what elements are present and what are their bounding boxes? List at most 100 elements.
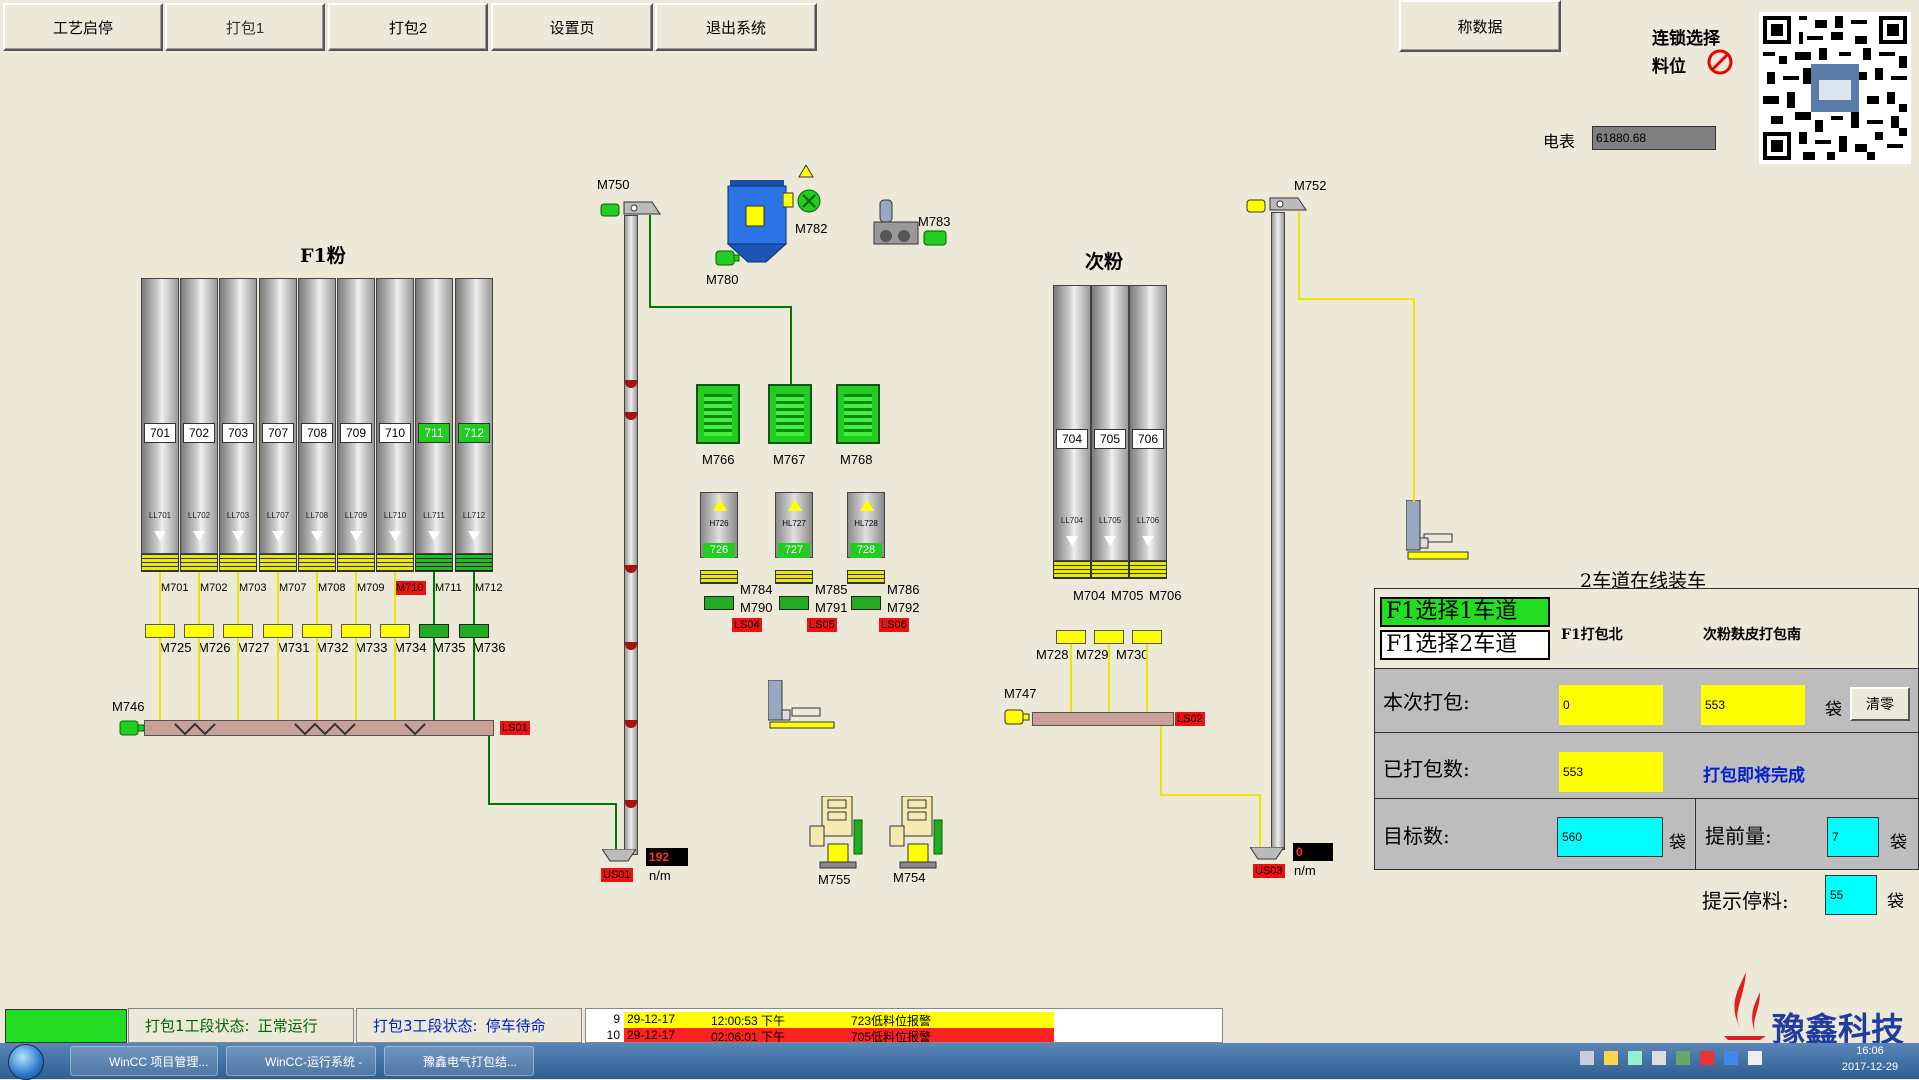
tray-icon[interactable]	[1628, 1051, 1642, 1065]
gate-M735[interactable]	[419, 624, 449, 638]
gate-M731[interactable]	[263, 624, 293, 638]
f1-screw-conveyor[interactable]	[144, 720, 586, 736]
alarm-time: 02:06:01 下午	[708, 1028, 848, 1042]
elevator1-leg[interactable]	[624, 215, 638, 855]
feeder-M711[interactable]	[415, 554, 453, 572]
silo-707[interactable]: 707 LL707	[259, 278, 297, 554]
tray-icon[interactable]	[1580, 1051, 1594, 1065]
tray-icon[interactable]	[1652, 1051, 1666, 1065]
silo-706[interactable]: 706 LL706	[1129, 285, 1167, 561]
gate-M791[interactable]	[779, 596, 809, 610]
bay-m768[interactable]	[836, 384, 880, 444]
gate-M726[interactable]	[184, 624, 214, 638]
feeder-M707[interactable]	[259, 554, 297, 572]
motor-label: M785	[815, 582, 848, 597]
feeder-M712[interactable]	[455, 554, 493, 572]
volume-icon[interactable]	[1748, 1051, 1762, 1065]
hopper-726[interactable]: H726 726	[700, 492, 738, 558]
lane1-button[interactable]: F1选择1车道	[1380, 597, 1550, 627]
silo-703[interactable]: 703 LL703	[219, 278, 257, 554]
silo-number: 712	[458, 423, 490, 443]
cifen-screw-conveyor[interactable]	[1032, 712, 1174, 726]
pack2-button[interactable]: 打包2	[328, 3, 488, 51]
feeder-M702[interactable]	[180, 554, 218, 572]
hopper-728[interactable]: HL728 728	[847, 492, 885, 558]
feeder-M708[interactable]	[298, 554, 336, 572]
gate-M736[interactable]	[459, 624, 489, 638]
bay-m767[interactable]	[768, 384, 812, 444]
no-entry-icon[interactable]	[1707, 49, 1733, 75]
feeder-M701[interactable]	[141, 554, 179, 572]
gate-label: M731	[277, 640, 310, 655]
gate-M790[interactable]	[704, 596, 734, 610]
gate-M792[interactable]	[851, 596, 881, 610]
silo-702[interactable]: 702 LL702	[180, 278, 218, 554]
gate-M725[interactable]	[145, 624, 175, 638]
taskbar-packing[interactable]: 豫鑫电气打包结...	[384, 1046, 534, 1076]
gate-M732[interactable]	[302, 624, 332, 638]
taskbar-wincc-runtime[interactable]: WinCC-运行系统 -	[226, 1046, 376, 1076]
start-stop-button[interactable]: 工艺启停	[3, 3, 163, 51]
packer-m755-icon[interactable]	[806, 795, 870, 870]
feeder-M703[interactable]	[219, 554, 257, 572]
screw-motor-icon[interactable]	[118, 718, 146, 738]
alarm-row[interactable]: 9 29-12-17 12:00:53 下午 723低料位报警	[586, 1012, 1056, 1028]
clear-button[interactable]: 清零	[1850, 687, 1910, 721]
target-input[interactable]: 560	[1557, 817, 1663, 857]
bay-m766[interactable]	[696, 384, 740, 444]
gate-M730[interactable]	[1132, 630, 1162, 644]
silo-number: 701	[144, 423, 176, 443]
elevator2-leg[interactable]	[1271, 212, 1285, 850]
alarm-row[interactable]: 10 29-12-17 02:06:01 下午 705低料位报警	[586, 1028, 1056, 1042]
silo-705[interactable]: 705 LL705	[1091, 285, 1129, 561]
gate-M727[interactable]	[223, 624, 253, 638]
start-button[interactable]	[8, 1044, 44, 1080]
clock-time: 16:06	[1856, 1045, 1884, 1057]
interlock-label: 连锁选择	[1652, 29, 1720, 49]
packer-m754-icon[interactable]	[886, 795, 950, 870]
stop-hint-input[interactable]: 55	[1825, 875, 1877, 915]
feeder-M709[interactable]	[337, 554, 375, 572]
silo-701[interactable]: 701 LL701	[141, 278, 179, 554]
fan-motor-icon[interactable]	[782, 164, 833, 217]
settings-button[interactable]: 设置页	[491, 3, 653, 51]
feeder-M785[interactable]	[775, 570, 813, 584]
packer-right-icon[interactable]	[1405, 499, 1470, 564]
silo-704[interactable]: 704 LL704	[1053, 285, 1091, 561]
pack1-button[interactable]: 打包1	[165, 3, 325, 51]
gate-M734[interactable]	[380, 624, 410, 638]
feeder-M704[interactable]	[1053, 561, 1091, 579]
alarm-list[interactable]: 9 29-12-17 12:00:53 下午 723低料位报警 10 29-12-17 02…	[585, 1008, 1223, 1043]
advance-input[interactable]: 7	[1827, 817, 1879, 857]
tray-icon[interactable]	[1676, 1051, 1690, 1065]
feeder-label: M704	[1073, 588, 1106, 603]
tray-icon[interactable]	[1724, 1051, 1738, 1065]
gate-M728[interactable]	[1056, 630, 1086, 644]
gate-M733[interactable]	[341, 624, 371, 638]
feeder-M786[interactable]	[847, 570, 885, 584]
gate-M729[interactable]	[1094, 630, 1124, 644]
taskbar-wincc-project[interactable]: WinCC 项目管理...	[70, 1046, 218, 1076]
hopper-tag: HL728	[854, 519, 878, 528]
weigh-data-button[interactable]: 称数据	[1399, 0, 1561, 52]
feeder-M710[interactable]	[376, 554, 414, 572]
tray-icon[interactable]	[1604, 1051, 1618, 1065]
exit-button[interactable]: 退出系统	[655, 3, 817, 51]
level-sensor-icon	[232, 531, 244, 541]
silo-710[interactable]: 710 LL710	[376, 278, 414, 554]
tray-icon[interactable]	[1700, 1051, 1714, 1065]
feeder-M705[interactable]	[1091, 561, 1129, 579]
silo-712[interactable]: 712 LL712	[455, 278, 493, 554]
silo-711[interactable]: 711 LL711	[415, 278, 453, 554]
silo-709[interactable]: 709 LL709	[337, 278, 375, 554]
silo-708[interactable]: 708 LL708	[298, 278, 336, 554]
hopper-727[interactable]: HL727 727	[775, 492, 813, 558]
clock[interactable]: 16:06 2017-12-29	[1840, 1045, 1900, 1073]
screw2-motor-icon[interactable]	[1003, 707, 1031, 727]
packer-small-icon[interactable]	[767, 679, 836, 744]
feeder-M784[interactable]	[700, 570, 738, 584]
motor-label: M792	[887, 600, 920, 615]
lane2-button[interactable]: F1选择2车道	[1380, 630, 1550, 660]
m780-motor-icon[interactable]	[714, 248, 740, 268]
feeder-M706[interactable]	[1129, 561, 1167, 579]
